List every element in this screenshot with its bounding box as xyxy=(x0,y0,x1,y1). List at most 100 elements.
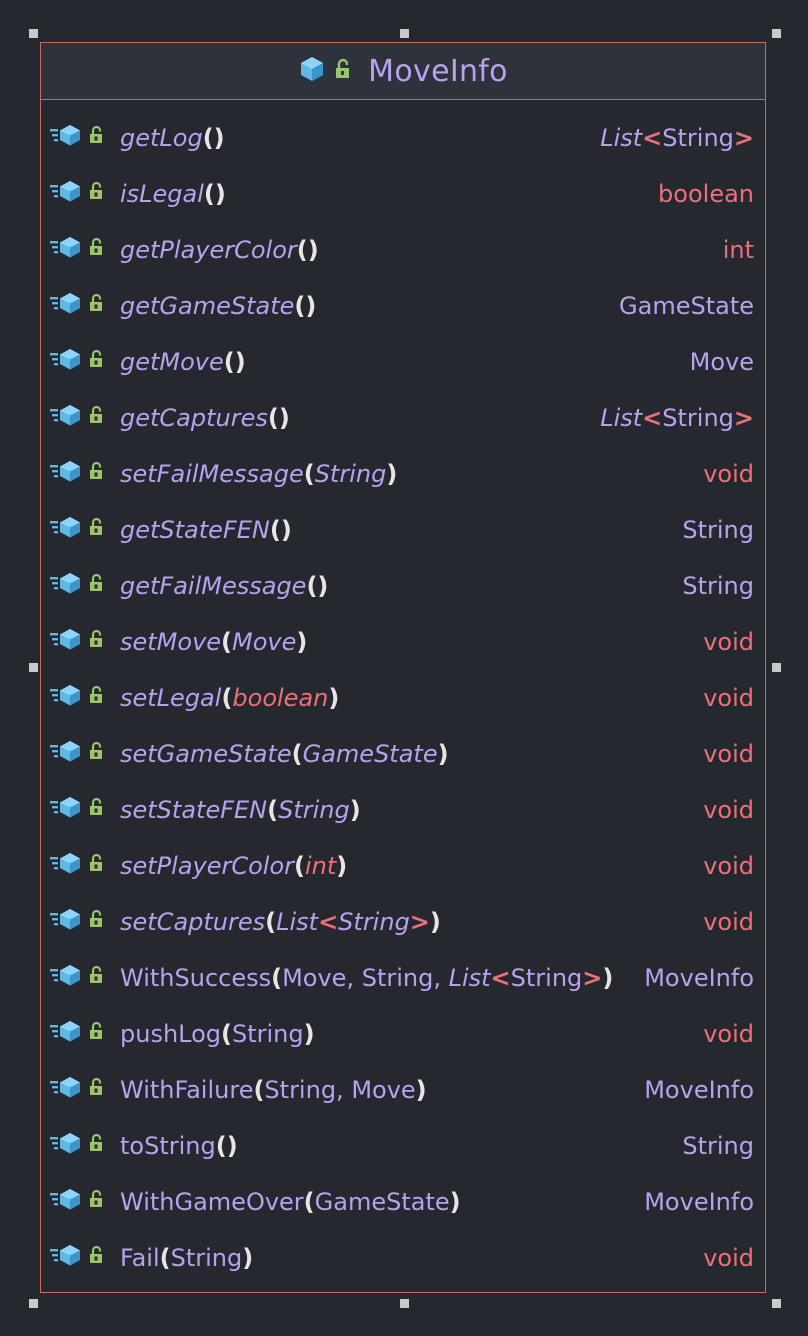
method-icon xyxy=(49,739,83,769)
param-type: Move xyxy=(232,628,297,656)
return-type-token: String xyxy=(682,516,754,544)
method-icons xyxy=(49,515,120,545)
public-lock-icon xyxy=(87,908,107,936)
method-icon xyxy=(49,123,83,153)
paren-close: ) xyxy=(278,404,290,432)
method-icon xyxy=(49,907,83,937)
method-row[interactable]: toString() String xyxy=(41,1118,765,1174)
method-row[interactable]: setLegal(boolean) void xyxy=(41,670,765,726)
resize-handle-s[interactable] xyxy=(400,1299,409,1308)
method-signature: setStateFEN(String) xyxy=(120,796,703,824)
method-name: WithSuccess xyxy=(120,964,272,992)
return-type-token: Move xyxy=(689,348,754,376)
return-type: void xyxy=(703,852,754,880)
method-name: setGameState xyxy=(120,740,292,768)
method-icons xyxy=(49,1075,120,1105)
method-row[interactable]: pushLog(String) void xyxy=(41,1006,765,1062)
param-type: > xyxy=(582,964,603,992)
method-row[interactable]: setMove(Move) void xyxy=(41,614,765,670)
public-lock-icon xyxy=(87,124,107,152)
method-row[interactable]: getFailMessage() String xyxy=(41,558,765,614)
resize-handle-sw[interactable] xyxy=(29,1299,38,1308)
method-name: Fail xyxy=(120,1244,160,1272)
paren-open: ( xyxy=(253,1076,265,1104)
method-icon xyxy=(49,963,83,993)
method-icons xyxy=(49,795,120,825)
paren-open: ( xyxy=(296,236,308,264)
method-icon xyxy=(49,1075,83,1105)
resize-handle-nw[interactable] xyxy=(29,29,38,38)
method-row[interactable]: getMove() Move xyxy=(41,334,765,390)
method-row[interactable]: WithGameOver(GameState) MoveInfo xyxy=(41,1174,765,1230)
resize-handle-w[interactable] xyxy=(29,663,38,672)
method-icons xyxy=(49,571,120,601)
method-icon xyxy=(49,179,83,209)
method-icon xyxy=(49,1131,83,1161)
method-name: toString xyxy=(120,1132,216,1160)
method-name: setStateFEN xyxy=(120,796,268,824)
method-row[interactable]: getLog() List<String> xyxy=(41,110,765,166)
method-row[interactable]: setCaptures(List<String>) void xyxy=(41,894,765,950)
param-type: String xyxy=(510,964,583,992)
return-type-token: MoveInfo xyxy=(644,1076,754,1104)
method-row[interactable]: setFailMessage(String) void xyxy=(41,446,765,502)
method-row[interactable]: getPlayerColor() int xyxy=(41,222,765,278)
method-signature: getLog() xyxy=(120,124,600,152)
public-lock-icon xyxy=(87,796,107,824)
method-row[interactable]: Fail(String) void xyxy=(41,1230,765,1286)
class-cube-icon xyxy=(298,55,326,87)
method-icon xyxy=(49,1187,83,1217)
public-lock-icon xyxy=(87,628,107,656)
method-row[interactable]: getStateFEN() String xyxy=(41,502,765,558)
public-lock-icon xyxy=(87,1020,107,1048)
method-signature: setMove(Move) xyxy=(120,628,703,656)
return-type: MoveInfo xyxy=(644,1188,754,1216)
return-type-token: void xyxy=(703,628,754,656)
class-header[interactable]: MoveInfo xyxy=(41,43,765,100)
method-icon xyxy=(49,683,83,713)
param-type: List xyxy=(448,964,491,992)
method-icon xyxy=(49,851,83,881)
resize-handle-n[interactable] xyxy=(400,29,409,38)
paren-close: ) xyxy=(226,1132,238,1160)
return-type-token: List xyxy=(600,124,643,152)
method-signature: getPlayerColor() xyxy=(120,236,723,264)
method-list: getLog() List<String> isLegal() boolean getP… xyxy=(41,100,765,1286)
paren-open: ( xyxy=(291,740,303,768)
return-type-token: String xyxy=(682,572,754,600)
return-type-token: void xyxy=(703,684,754,712)
method-name: setCaptures xyxy=(120,908,266,936)
method-row[interactable]: isLegal() boolean xyxy=(41,166,765,222)
method-signature: getMove() xyxy=(120,348,690,376)
resize-handle-ne[interactable] xyxy=(772,29,781,38)
paren-close: ) xyxy=(336,852,348,880)
paren-open: ( xyxy=(215,1132,227,1160)
method-icons xyxy=(49,1019,120,1049)
class-node[interactable]: MoveInfo getLog() List<String> isLegal() bo… xyxy=(40,42,766,1293)
return-type: void xyxy=(703,796,754,824)
method-row[interactable]: WithFailure(String, Move) MoveInfo xyxy=(41,1062,765,1118)
param-type: < xyxy=(318,908,339,936)
method-signature: getStateFEN() xyxy=(120,516,682,544)
method-row[interactable]: setStateFEN(String) void xyxy=(41,782,765,838)
method-row[interactable]: getCaptures() List<String> xyxy=(41,390,765,446)
paren-close: ) xyxy=(296,628,308,656)
method-row[interactable]: getGameState() GameState xyxy=(41,278,765,334)
return-type-token: MoveInfo xyxy=(644,1188,754,1216)
resize-handle-e[interactable] xyxy=(772,663,781,672)
paren-close: ) xyxy=(303,1020,315,1048)
method-row[interactable]: WithSuccess(Move, String, List<String>) M… xyxy=(41,950,765,1006)
public-lock-icon xyxy=(87,740,107,768)
return-type-token: String xyxy=(682,1132,754,1160)
paren-close: ) xyxy=(214,180,226,208)
method-signature: Fail(String) xyxy=(120,1244,703,1272)
return-type-token: void xyxy=(703,740,754,768)
public-lock-icon xyxy=(87,292,107,320)
resize-handle-se[interactable] xyxy=(772,1299,781,1308)
paren-open: ( xyxy=(303,1188,315,1216)
return-type-token: > xyxy=(733,124,754,152)
method-row[interactable]: setGameState(GameState) void xyxy=(41,726,765,782)
param-type: String xyxy=(170,1244,243,1272)
method-row[interactable]: setPlayerColor(int) void xyxy=(41,838,765,894)
method-signature: isLegal() xyxy=(120,180,658,208)
